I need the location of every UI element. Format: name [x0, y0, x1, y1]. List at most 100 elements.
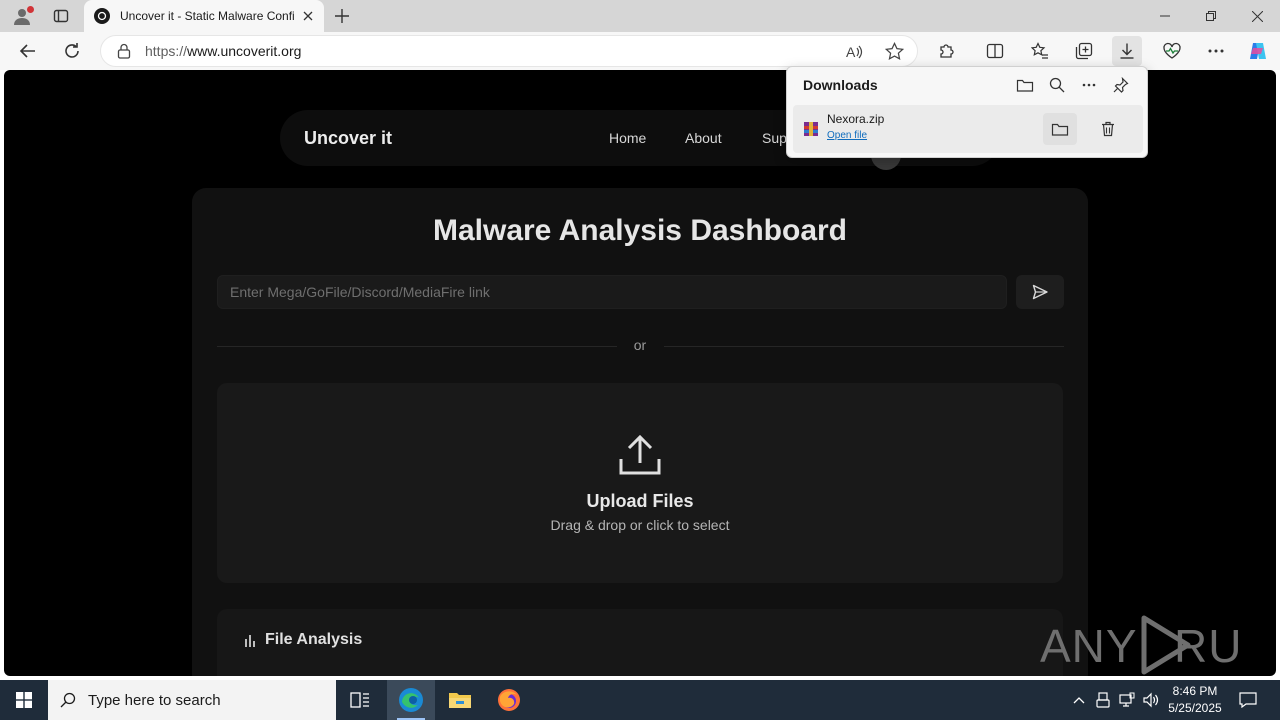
site-brand-logo[interactable]: Uncover it: [304, 128, 392, 149]
url-protocol: https://: [145, 43, 188, 59]
profile-button[interactable]: [8, 4, 36, 28]
firefox-icon: [498, 689, 520, 711]
new-tab-button[interactable]: [330, 4, 354, 28]
more-dots-icon: [1082, 83, 1096, 87]
restore-button[interactable]: [1188, 0, 1234, 32]
search-downloads-button[interactable]: [1045, 73, 1069, 97]
file-analysis-title: File Analysis: [265, 631, 363, 648]
refresh-icon: [65, 43, 79, 58]
open-downloads-folder-button[interactable]: [1013, 73, 1037, 97]
web-page-viewport: Uncover it Home About Sup Malware Analys…: [4, 70, 1276, 676]
volume-tray-button[interactable]: [1140, 680, 1162, 720]
taskbar-clock[interactable]: 8:46 PM 5/25/2025: [1164, 683, 1226, 717]
device-tray-button[interactable]: [1092, 680, 1114, 720]
network-tray-button[interactable]: [1115, 680, 1139, 720]
folder-icon: [1016, 79, 1034, 92]
downloads-title: Downloads: [803, 77, 878, 93]
taskbar-search-placeholder: Type here to search: [88, 691, 221, 709]
read-aloud-icon[interactable]: A: [845, 43, 863, 66]
nav-link-home[interactable]: Home: [609, 130, 646, 146]
link-input[interactable]: Enter Mega/GoFile/Discord/MediaFire link: [217, 275, 1007, 309]
tab-actions-icon: [53, 9, 69, 23]
more-dots-icon: [1208, 49, 1224, 53]
url-host: www.uncoverit.org: [187, 43, 302, 59]
task-view-button[interactable]: [336, 680, 384, 720]
browser-tab-strip: Uncover it - Static Malware Confi: [0, 0, 1280, 32]
url-text: https://www.uncoverit.org: [145, 43, 301, 59]
upload-title: Upload Files: [586, 491, 694, 511]
download-item[interactable]: Nexora.zip Open file: [793, 105, 1143, 153]
restore-icon: [1206, 11, 1216, 21]
taskbar-firefox-button[interactable]: [485, 680, 533, 720]
lock-icon: [117, 43, 131, 59]
page-title: Malware Analysis Dashboard: [432, 214, 848, 247]
minimize-button[interactable]: [1142, 0, 1188, 32]
show-hidden-icons-button[interactable]: [1068, 680, 1090, 720]
browser-essentials-button[interactable]: [1157, 36, 1187, 66]
upload-icon: [619, 434, 661, 475]
plus-icon: [335, 9, 349, 23]
clock-time: 8:46 PM: [1172, 684, 1218, 698]
tab-actions-button[interactable]: [48, 4, 74, 28]
open-file-link[interactable]: Open file: [827, 130, 867, 141]
notification-icon: [1239, 692, 1257, 708]
edge-browser-icon: [399, 688, 423, 712]
trash-icon: [1102, 121, 1114, 137]
svg-text:RUN: RUN: [1174, 620, 1240, 672]
svg-text:ANY: ANY: [1040, 620, 1138, 672]
download-icon: [1120, 43, 1134, 59]
copilot-icon: [1250, 43, 1266, 59]
split-screen-icon: [986, 43, 1004, 59]
search-icon: [60, 692, 76, 708]
favorites-list-icon: [1031, 42, 1048, 59]
send-icon: [1032, 284, 1048, 300]
windows-taskbar: Type here to search 8:46 PM 5/25/2025: [0, 680, 1280, 720]
taskbar-file-explorer-button[interactable]: [436, 680, 484, 720]
puzzle-icon: [940, 44, 954, 58]
taskbar-edge-button[interactable]: [387, 680, 435, 720]
anyrun-watermark: ANY RUN: [1040, 610, 1240, 676]
downloads-more-button[interactable]: [1077, 73, 1101, 97]
nav-link-support[interactable]: Sup: [762, 130, 787, 146]
collections-button[interactable]: [1069, 36, 1099, 66]
split-screen-button[interactable]: [980, 36, 1010, 66]
profile-notification-dot: [27, 6, 34, 13]
folder-icon: [1051, 123, 1069, 136]
usb-device-icon: [1096, 692, 1110, 708]
address-bar[interactable]: https://www.uncoverit.org A: [100, 35, 918, 67]
pin-downloads-button[interactable]: [1109, 73, 1133, 97]
notifications-button[interactable]: [1234, 680, 1262, 720]
favorite-star-icon[interactable]: [884, 41, 905, 66]
close-icon: [1251, 10, 1263, 22]
show-in-folder-button[interactable]: [1043, 113, 1077, 145]
pin-icon: [1113, 77, 1129, 93]
submit-link-button[interactable]: [1016, 275, 1064, 309]
start-button[interactable]: [0, 680, 48, 720]
speaker-icon: [1143, 692, 1159, 708]
anyrun-logo-icon: ANY RUN: [1040, 615, 1240, 675]
divider-left: [217, 346, 617, 347]
downloads-button[interactable]: [1112, 36, 1142, 66]
delete-download-button[interactable]: [1091, 113, 1125, 145]
favorites-button[interactable]: [1025, 36, 1055, 66]
close-window-button[interactable]: [1234, 0, 1280, 32]
downloads-flyout: Downloads Nexora.zip Open file: [786, 66, 1148, 158]
file-explorer-icon: [449, 693, 471, 708]
nav-link-about[interactable]: About: [685, 130, 722, 146]
divider-right: [664, 346, 1064, 347]
browser-toolbar: https://www.uncoverit.org A: [0, 32, 1280, 70]
refresh-button[interactable]: [57, 36, 87, 66]
windows-logo-icon: [16, 692, 32, 708]
extensions-button[interactable]: [932, 36, 962, 66]
taskbar-search-box[interactable]: Type here to search: [48, 680, 336, 720]
minimize-icon: [1160, 15, 1170, 17]
back-arrow-icon: [19, 44, 35, 58]
settings-menu-button[interactable]: [1201, 36, 1231, 66]
copilot-button[interactable]: [1243, 36, 1273, 66]
heart-pulse-icon: [1163, 42, 1181, 59]
upload-dropzone[interactable]: Upload Files Drag & drop or click to sel…: [217, 383, 1063, 583]
back-button[interactable]: [13, 36, 43, 66]
tab-active[interactable]: Uncover it - Static Malware Confi: [84, 0, 324, 32]
upload-subtitle: Drag & drop or click to select: [550, 517, 730, 533]
tab-close-icon[interactable]: [300, 8, 316, 24]
